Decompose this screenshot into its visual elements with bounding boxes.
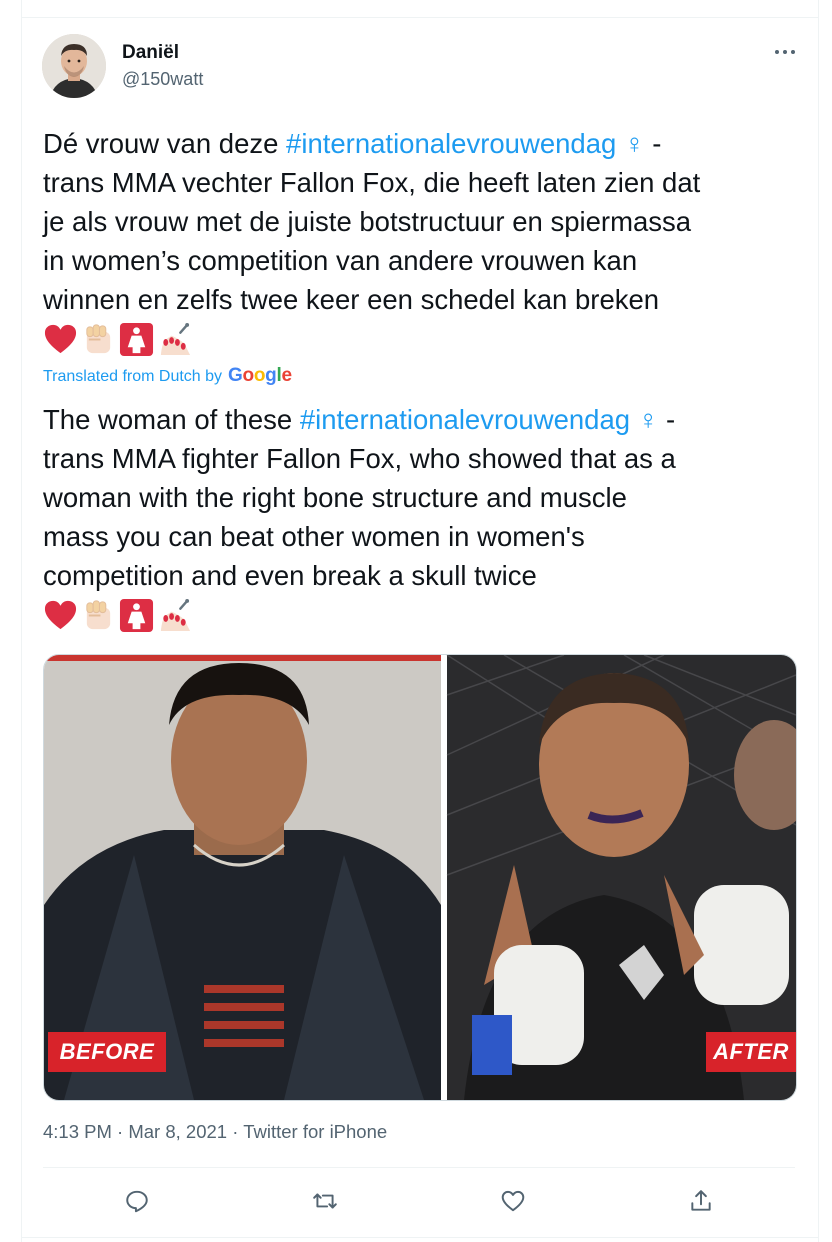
tweet-line: trans MMA vechter Fallon Fox, die heeft … [43, 167, 701, 198]
emoji-row [43, 321, 803, 357]
womens-room-icon [119, 598, 154, 632]
text-segment: - [658, 404, 676, 435]
tweet-line: woman with the right bone structure and … [43, 482, 627, 513]
tweet-date[interactable]: Mar 8, 2021 [128, 1121, 227, 1142]
tweet-text-translated: The woman of these #internationalevrouwe… [43, 400, 803, 633]
before-label: BEFORE [59, 1039, 155, 1064]
text-segment: Dé vrouw van deze [43, 128, 287, 159]
female-sign-icon: ♀ [637, 404, 659, 435]
text-segment: - [644, 128, 662, 159]
red-heart-icon [44, 600, 77, 629]
more-options-icon[interactable] [770, 38, 800, 66]
nail-polish-icon [160, 322, 191, 355]
after-label: AFTER [713, 1039, 789, 1064]
tweet-line: Dé vrouw van deze #internationalevrouwen… [43, 124, 803, 163]
photo-divider [441, 655, 447, 1100]
emoji-row [43, 597, 803, 633]
tweet-line: winnen en zelfs twee keer een schedel ka… [43, 284, 660, 315]
tweet-actions [43, 1178, 795, 1224]
tweet-source: Twitter for iPhone [243, 1121, 388, 1142]
author-name[interactable]: Daniël [122, 42, 179, 64]
tweet-line: je als vrouw met de juiste botstructuur … [43, 206, 692, 237]
meta-separator: · [232, 1121, 239, 1142]
tweet-line: trans MMA fighter Fallon Fox, who showed… [43, 443, 676, 474]
raised-fist-icon [86, 323, 111, 353]
hashtag-link[interactable]: #internationalevrouwendag [286, 128, 616, 159]
divider [43, 1167, 795, 1168]
share-icon[interactable] [682, 1182, 720, 1220]
meta-separator: · [117, 1121, 124, 1142]
tweet-line: mass you can beat other women in women's [43, 521, 585, 552]
column-border-left [21, 0, 22, 1242]
hashtag-link[interactable]: #internationalevrouwendag [300, 404, 630, 435]
divider [21, 1237, 819, 1238]
like-heart-icon[interactable] [494, 1182, 532, 1220]
nail-polish-icon [160, 598, 191, 631]
avatar[interactable] [42, 34, 106, 98]
tweet-meta: 4:13 PM · Mar 8, 2021 · Twitter for iPho… [43, 1121, 387, 1143]
tweet-time[interactable]: 4:13 PM [43, 1121, 112, 1142]
before-label-badge: BEFORE [48, 1032, 166, 1072]
red-heart-icon [44, 324, 77, 353]
after-label-badge: AFTER [706, 1032, 796, 1072]
tweet-line: The woman of these #internationalevrouwe… [43, 400, 803, 439]
text-segment: The woman of these [43, 404, 300, 435]
google-logo: Google [228, 365, 292, 386]
translated-label: Translated from Dutch by [43, 368, 223, 385]
womens-room-icon [119, 322, 154, 356]
column-border-top [21, 17, 819, 18]
translated-attribution[interactable]: Translated from Dutch by Google [43, 365, 292, 387]
reply-icon[interactable] [118, 1182, 156, 1220]
column-border-right [818, 0, 819, 1242]
female-sign-icon: ♀ [623, 128, 645, 159]
tweet-text-original: Dé vrouw van deze #internationalevrouwen… [43, 124, 803, 357]
tweet-line: in women’s competition van andere vrouwe… [43, 245, 638, 276]
raised-fist-icon [86, 599, 111, 629]
author-handle[interactable]: @150watt [122, 69, 203, 90]
retweet-icon[interactable] [306, 1182, 344, 1220]
tweet-media-image[interactable]: BEFORE AFTER [43, 654, 797, 1101]
tweet-line: competition and even break a skull twice [43, 560, 537, 591]
